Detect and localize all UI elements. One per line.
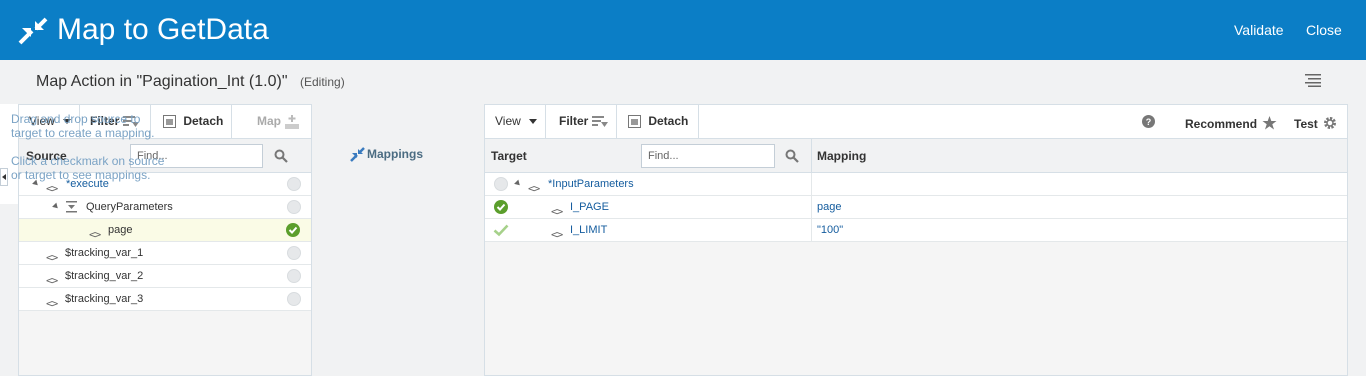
code-brackets-icon: <> — [551, 228, 563, 241]
search-icon[interactable] — [785, 149, 799, 163]
target-toolbar: View Filter Detach ? Recommend Test — [485, 105, 1347, 139]
chevron-down-icon — [529, 119, 538, 125]
map-plus-icon — [285, 114, 300, 129]
target-detach-button[interactable]: Detach — [617, 105, 699, 138]
source-row-queryparameters[interactable]: QueryParameters — [19, 196, 311, 219]
mappings-icon — [350, 147, 365, 162]
chevron-left-icon — [2, 174, 6, 180]
status-unmapped-icon[interactable] — [494, 177, 508, 191]
source-row-tracking-var-3[interactable]: <> $tracking_var_3 — [19, 288, 311, 311]
gear-icon — [1324, 117, 1337, 129]
expand-triangle-icon[interactable] — [514, 179, 522, 188]
app-header: Map to GetData Validate Close — [0, 0, 1366, 60]
validate-button[interactable]: Validate — [1234, 22, 1284, 38]
target-column-label: Target — [491, 149, 527, 163]
test-label: Test — [1294, 117, 1318, 131]
mappings-help-checkmark: Click a checkmark on source or target to… — [11, 154, 165, 182]
mappings-header[interactable]: Mappings — [312, 138, 486, 172]
close-button[interactable]: Close — [1306, 22, 1342, 38]
cell-divider — [811, 219, 812, 242]
target-row-i-page[interactable]: <> I_PAGE page — [485, 196, 1347, 219]
cell-divider — [811, 196, 812, 219]
editing-status: (Editing) — [300, 75, 345, 89]
source-row-tracking-var-1[interactable]: <> $tracking_var_1 — [19, 242, 311, 265]
status-unmapped-icon[interactable] — [287, 246, 301, 260]
mappings-label: Mappings — [367, 147, 423, 161]
target-item-label: *InputParameters — [548, 178, 634, 190]
action-title: Map Action in "Pagination_Int (1.0)" — [36, 73, 288, 90]
map-arrows-icon — [18, 17, 48, 45]
help-icon[interactable]: ? — [1142, 115, 1155, 128]
mapping-column-label: Mapping — [817, 149, 867, 163]
mappings-help-drag: Drag and drop source to target to create… — [11, 112, 155, 140]
target-mapping-value[interactable]: page — [817, 196, 841, 218]
target-view-label: View — [495, 114, 521, 128]
status-unmapped-icon[interactable] — [287, 200, 301, 214]
target-item-label: I_LIMIT — [570, 224, 608, 236]
cell-divider — [811, 173, 812, 196]
status-unmapped-icon[interactable] — [287, 177, 301, 191]
test-button[interactable]: Test — [1294, 116, 1337, 131]
target-detach-label: Detach — [648, 114, 689, 128]
detach-icon — [628, 115, 641, 129]
menu-icon[interactable] — [1305, 73, 1321, 87]
subheader: Map Action in "Pagination_Int (1.0)" (Ed… — [0, 60, 1366, 104]
source-item-label: QueryParameters — [86, 201, 173, 213]
target-search-input[interactable] — [641, 144, 775, 168]
target-panel: View Filter Detach ? Recommend Test Targ… — [484, 104, 1348, 376]
target-row-inputparameters[interactable]: <> *InputParameters — [485, 173, 1347, 196]
collapse-panel-button[interactable] — [0, 168, 8, 186]
recommend-button[interactable]: Recommend — [1185, 116, 1277, 131]
mapped-check-icon[interactable] — [286, 223, 300, 237]
target-filter-button[interactable]: Filter — [546, 105, 617, 138]
code-brackets-icon: <> — [46, 297, 58, 310]
page-title: Map to GetData — [57, 13, 269, 46]
mapped-light-check-icon[interactable] — [493, 223, 509, 237]
map-button[interactable]: Map — [232, 105, 312, 138]
source-row-page[interactable]: <> page — [19, 219, 311, 242]
source-item-label: $tracking_var_2 — [65, 270, 144, 282]
source-detach-label: Detach — [183, 114, 224, 128]
search-icon[interactable] — [274, 149, 288, 163]
target-filter-label: Filter — [559, 114, 589, 128]
parameters-icon — [66, 201, 77, 213]
filter-icon — [591, 115, 608, 127]
source-row-tracking-var-2[interactable]: <> $tracking_var_2 — [19, 265, 311, 288]
target-mapping-value[interactable]: "100" — [817, 219, 843, 241]
recommend-label: Recommend — [1185, 117, 1258, 131]
status-unmapped-icon[interactable] — [287, 269, 301, 283]
source-item-label: $tracking_var_3 — [65, 293, 144, 305]
svg-text:?: ? — [1146, 117, 1152, 127]
source-item-label: page — [108, 224, 133, 236]
target-item-label: I_PAGE — [570, 201, 609, 213]
source-panel: View Filter Detach Map Source <> *execut… — [18, 104, 312, 376]
target-row-i-limit[interactable]: <> I_LIMIT "100" — [485, 219, 1347, 242]
status-unmapped-icon[interactable] — [287, 292, 301, 306]
expand-triangle-icon[interactable] — [52, 202, 60, 211]
mapped-check-icon[interactable] — [494, 200, 508, 214]
map-label: Map — [257, 114, 281, 128]
star-icon — [1262, 116, 1277, 130]
target-view-menu[interactable]: View — [485, 105, 546, 138]
source-item-label: $tracking_var_1 — [65, 247, 144, 259]
target-column-header: Target Mapping — [485, 139, 1347, 173]
